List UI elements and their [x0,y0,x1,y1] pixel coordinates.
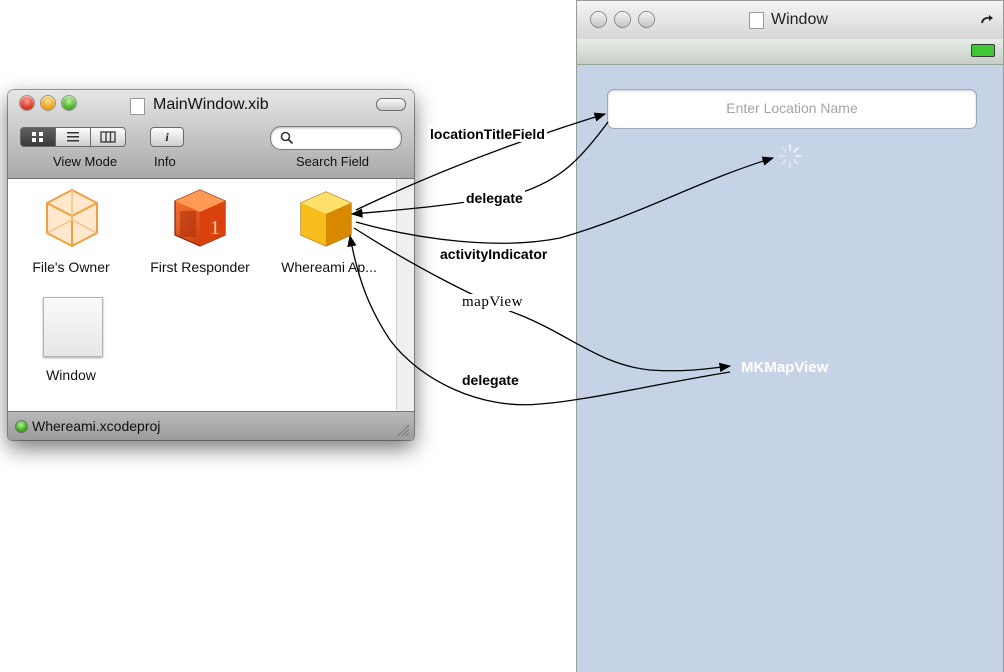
map-view-connection-label: mapView [460,294,525,311]
outlet-connections [347,112,775,406]
location-title-field-connection-label: locationTitleField [428,126,547,142]
delegate-connection-label: delegate [464,190,525,206]
activity-indicator-connection-label: activityIndicator [438,246,550,262]
map-delegate-connection-label: delegate [460,372,521,388]
